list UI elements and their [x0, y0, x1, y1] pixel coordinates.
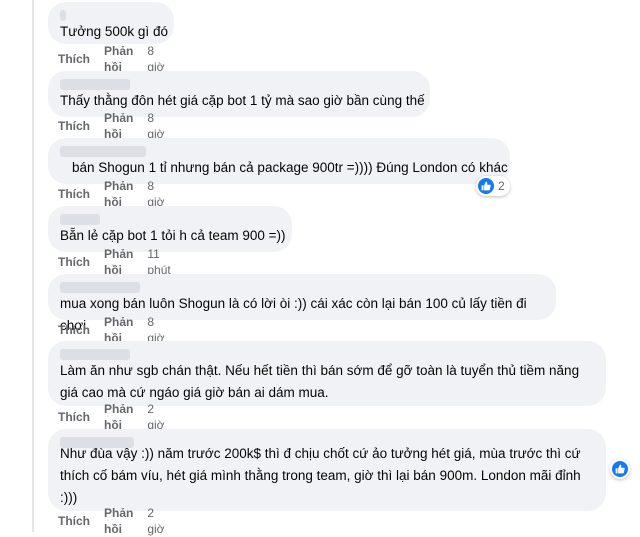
comment-actions: Thích Phản hồi 8 giờ: [58, 44, 165, 74]
author-name-redacted: [60, 10, 66, 21]
comment-bubble: Như đùa vậy :)) năm trước 200k$ thì đ ch…: [48, 429, 606, 511]
like-button[interactable]: Thích: [58, 118, 90, 134]
comment-text: Thấy thằng đôn hét giá cặp bot 1 tỷ mà s…: [60, 93, 425, 108]
author-name-redacted: [60, 79, 130, 90]
comment-bubble: Tưởng 500k gì đó: [48, 2, 174, 44]
like-button[interactable]: Thích: [58, 322, 90, 338]
comment-actions: Thích Phản hồi 8 giờ: [58, 315, 165, 345]
reaction-summary[interactable]: 2: [476, 176, 510, 196]
like-button[interactable]: Thích: [58, 513, 90, 529]
author-name-redacted: [60, 214, 100, 225]
like-button[interactable]: Thích: [58, 186, 90, 202]
comment-actions: Thích Phản hồi 11 phút: [58, 247, 171, 277]
comment-text: Như đùa vậy :)) năm trước 200k$ thì đ ch…: [60, 446, 581, 505]
like-icon: [478, 178, 494, 194]
comment-text: bán Shogun 1 tỉ nhưng bán cả package 900…: [72, 160, 508, 175]
thread-line: [32, 0, 34, 532]
like-button[interactable]: Thích: [58, 51, 90, 67]
like-icon: [612, 461, 628, 477]
comment-actions: Thích Phản hồi 8 giờ: [58, 111, 165, 141]
reply-button[interactable]: Phản hồi: [104, 505, 133, 537]
reaction-summary[interactable]: [610, 459, 630, 479]
comment-actions: Thích Phản hồi 2 giờ: [58, 402, 165, 432]
comment-bubble: Làm ăn như sgb chán thật. Nếu hết tiền t…: [48, 341, 606, 406]
comment-actions: Thích Phản hồi 2 giờ: [58, 506, 165, 536]
comment-actions: Thích Phản hồi 8 giờ: [58, 179, 165, 209]
comment-text: Tưởng 500k gì đó: [60, 24, 168, 39]
author-name-redacted: [60, 146, 146, 157]
like-button[interactable]: Thích: [58, 254, 90, 270]
comment-text: Bẵn lẻ cặp bot 1 tỏi h cả team 900 =)): [60, 228, 286, 243]
like-button[interactable]: Thích: [58, 409, 90, 425]
author-name-redacted: [60, 282, 140, 293]
author-name-redacted: [60, 349, 130, 360]
reaction-count: 2: [498, 179, 505, 193]
comment-text: Làm ăn như sgb chán thật. Nếu hết tiền t…: [60, 363, 580, 400]
timestamp[interactable]: 2 giờ: [147, 505, 164, 537]
thread-rail: [0, 0, 48, 532]
